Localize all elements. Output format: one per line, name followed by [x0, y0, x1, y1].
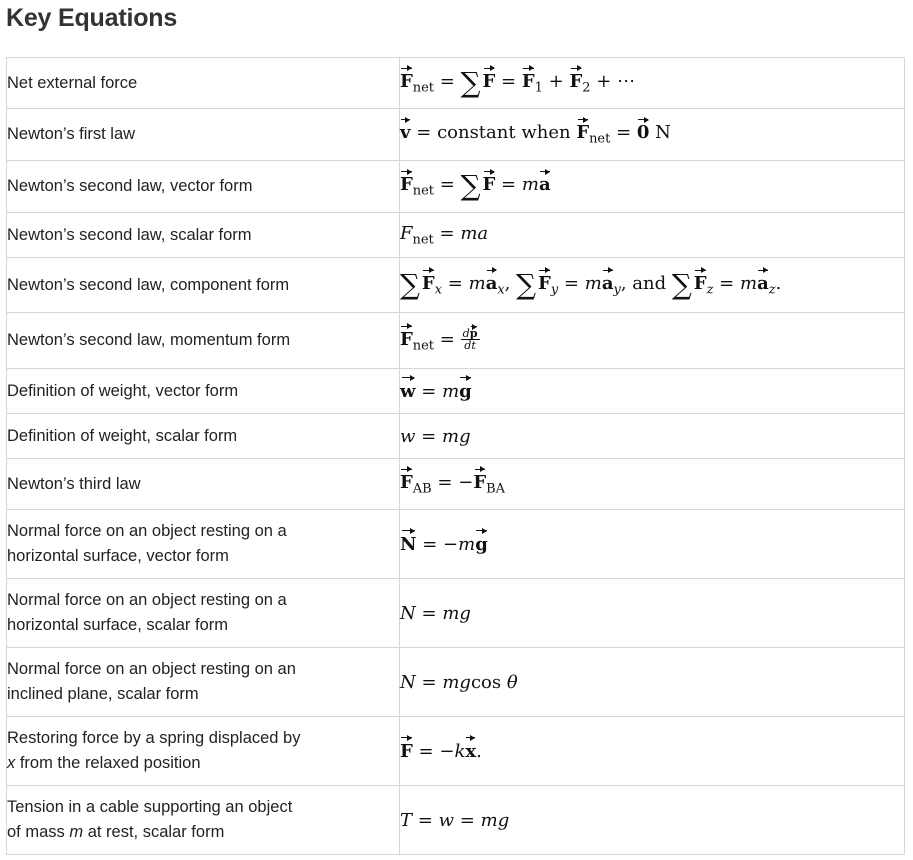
equation-description: Newton’s second law, momentum form — [6, 312, 400, 369]
equation-net-external-force: Fnet = ∑ F = F1 + F2 + ⋯ — [399, 57, 905, 109]
equation-spring-force: F = −kx. — [399, 716, 905, 786]
table-row: Newton’s first law v = constant when Fnet =… — [6, 108, 905, 161]
table-row: Normal force on an object resting on an i… — [6, 647, 905, 717]
equation-description: Net external force — [6, 57, 400, 109]
table-row: Tension in a cable supporting an object o… — [6, 785, 905, 855]
equation-normal-force-vector: N = −mg — [399, 509, 905, 579]
equation-description: Newton’s third law — [6, 458, 400, 510]
table-row: Definition of weight, vector form w = mg — [6, 368, 905, 414]
equation-description: Definition of weight, scalar form — [6, 413, 400, 459]
equation-normal-force-incline: N = mgcos θ — [399, 647, 905, 717]
table-row: Normal force on an object resting on a ho… — [6, 578, 905, 648]
equation-description: Restoring force by a spring displaced by… — [6, 716, 400, 786]
equation-description: Newton’s second law, vector form — [6, 160, 400, 213]
equation-description: Normal force on an object resting on a ho… — [6, 578, 400, 648]
table-row: Normal force on an object resting on a ho… — [6, 509, 905, 579]
equation-cable-tension: T = w = mg — [399, 785, 905, 855]
table-row: Definition of weight, scalar form w = mg — [6, 413, 905, 459]
equation-description: Newton’s second law, component form — [6, 257, 400, 313]
equation-description: Normal force on an object resting on a ho… — [6, 509, 400, 579]
table-row: Restoring force by a spring displaced by… — [6, 716, 905, 786]
equation-second-law-scalar: Fnet = ma — [399, 212, 905, 258]
equation-newtons-first-law: v = constant when Fnet = 0 N — [399, 108, 905, 161]
equation-description: Definition of weight, vector form — [6, 368, 400, 414]
table-row: Newton’s second law, vector form Fnet = ∑ F… — [6, 160, 905, 213]
equation-weight-vector: w = mg — [399, 368, 905, 414]
table-row: Newton’s third law FAB = −FBA — [6, 458, 905, 510]
key-equations-table: Net external force Fnet = ∑ F = F1 + F2 + ⋯ Newto… — [6, 57, 905, 855]
page-title: Key Equations — [6, 4, 178, 32]
table-row: Newton’s second law, scalar form Fnet = ma — [6, 212, 905, 258]
table-row: Newton’s second law, component form ∑ Fx =… — [6, 257, 905, 313]
equation-description: Newton’s second law, scalar form — [6, 212, 400, 258]
equation-weight-scalar: w = mg — [399, 413, 905, 459]
table-row: Net external force Fnet = ∑ F = F1 + F2 + ⋯ — [6, 57, 905, 109]
equation-normal-force-scalar: N = mg — [399, 578, 905, 648]
equation-description: Tension in a cable supporting an object o… — [6, 785, 400, 855]
table-row: Newton’s second law, momentum form Fnet =… — [6, 312, 905, 369]
equation-description: Normal force on an object resting on an i… — [6, 647, 400, 717]
equation-third-law: FAB = −FBA — [399, 458, 905, 510]
equation-second-law-vector: Fnet = ∑ F = ma — [399, 160, 905, 213]
equation-description: Newton’s first law — [6, 108, 400, 161]
equation-second-law-component: ∑ Fx = max, ∑ Fy = may, and ∑ Fz = maz. — [399, 257, 905, 313]
equation-second-law-momentum: Fnet = dp dt — [399, 312, 905, 369]
